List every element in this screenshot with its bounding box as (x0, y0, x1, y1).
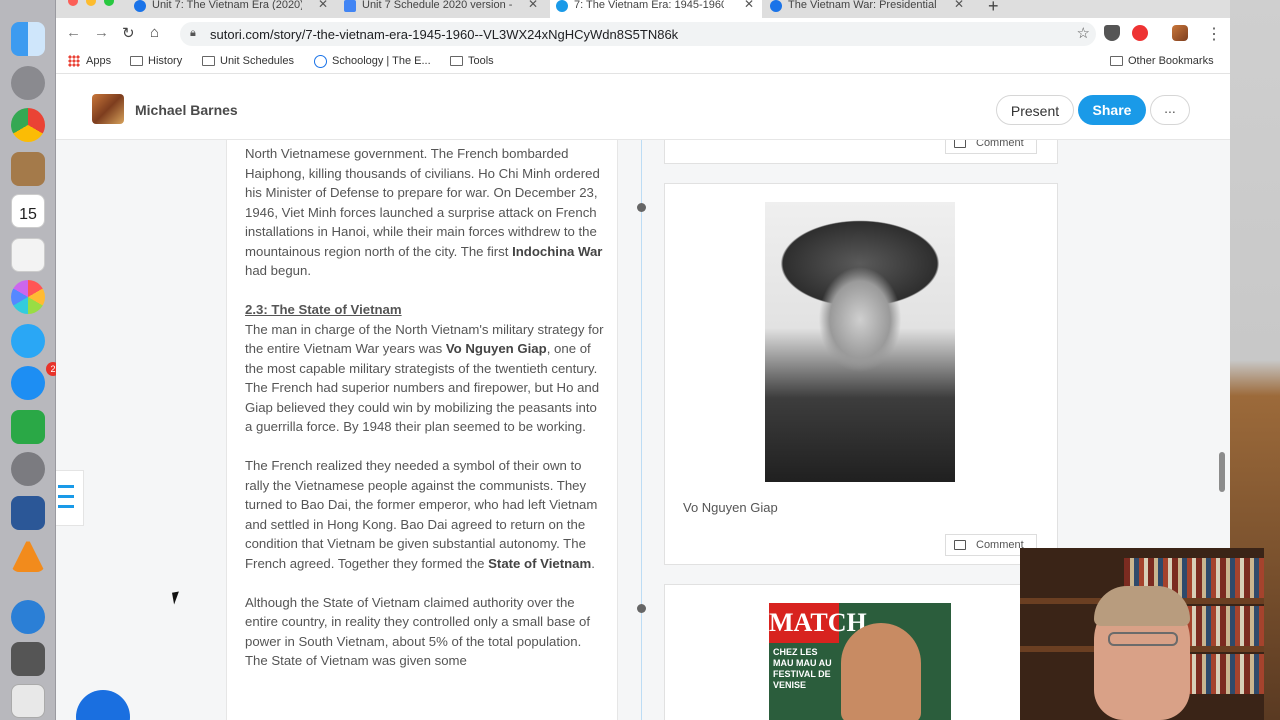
finder-icon[interactable] (11, 22, 45, 56)
tab-vietnam-war-presidential[interactable]: The Vietnam War: Presidential ✕ (764, 0, 972, 18)
article-paragraph: Although the State of Vietnam claimed au… (245, 594, 590, 669)
profile-avatar-icon[interactable] (1172, 25, 1188, 41)
close-window-button[interactable] (68, 0, 78, 6)
folder-icon (450, 56, 463, 66)
evernote-icon[interactable] (11, 410, 45, 444)
sidebar-menu-toggle[interactable] (56, 470, 84, 526)
close-tab-icon[interactable]: ✕ (744, 0, 754, 10)
app-store-icon[interactable]: 2 (11, 362, 60, 400)
sutori-favicon (556, 0, 568, 12)
back-icon[interactable]: ← (66, 24, 81, 41)
bookmark-tools[interactable]: Tools (450, 55, 494, 67)
launchpad-icon[interactable] (11, 66, 45, 100)
timeline-line (641, 140, 642, 720)
macos-dock: 15 2 (0, 0, 60, 720)
image-caption: Vo Nguyen Giap (683, 500, 778, 515)
story-article: North Vietnamese government. The French … (226, 78, 618, 720)
folder-icon (202, 56, 215, 66)
share-button[interactable]: Share (1078, 95, 1146, 125)
word-icon[interactable] (11, 496, 45, 530)
article-paragraph: The French realized they needed a symbol… (245, 458, 598, 571)
bookmark-other[interactable]: Other Bookmarks (1110, 55, 1214, 67)
contacts-icon[interactable] (11, 152, 45, 186)
author-avatar[interactable] (92, 94, 124, 124)
article-body: North Vietnamese government. The French … (245, 144, 605, 690)
folder-icon (1110, 56, 1123, 66)
schoology-icon (314, 55, 327, 68)
globe-icon[interactable] (11, 600, 45, 634)
timeline-dot (637, 203, 646, 212)
browser-menu-icon[interactable]: ⋮ (1206, 24, 1222, 44)
story-header: Michael Barnes Present Share ... (56, 78, 1230, 140)
new-tab-icon[interactable]: + (988, 0, 999, 17)
reminders-icon[interactable] (11, 238, 45, 272)
system-preferences-icon[interactable] (11, 452, 45, 486)
messages-icon[interactable] (11, 324, 45, 358)
webcam-overlay (1020, 548, 1264, 720)
close-tab-icon[interactable]: ✕ (528, 0, 538, 10)
browser-toolbar: ← → ↻ ⌂ 🔒︎ sutori.com/story/7-the-vietna… (56, 18, 1230, 50)
url-text: sutori.com/story/7-the-vietnam-era-1945-… (210, 27, 679, 42)
folder-icon (130, 56, 143, 66)
bookmarks-bar: Apps History Unit Schedules Schoology | … (56, 50, 1230, 74)
paris-match-cover-image[interactable]: MATCH CHEZ LES MAU MAU AU FESTIVAL DE VE… (769, 603, 951, 720)
help-chat-icon[interactable] (76, 690, 130, 720)
author-name[interactable]: Michael Barnes (135, 102, 238, 118)
timeline-card-match: MATCH CHEZ LES MAU MAU AU FESTIVAL DE VE… (664, 584, 1058, 720)
chrome-icon[interactable] (11, 108, 45, 142)
bookmark-schoology[interactable]: Schoology | The E... (314, 55, 431, 68)
tab-strip: Unit 7: The Vietnam Era (2020) ✕ Unit 7 … (56, 0, 1230, 18)
photos-icon[interactable] (11, 280, 45, 314)
section-heading: 2.3: The State of Vietnam (245, 302, 402, 317)
minimize-window-button[interactable] (86, 0, 96, 6)
lock-icon: 🔒︎ (190, 27, 196, 39)
article-paragraph: North Vietnamese government. The French … (245, 146, 603, 278)
magazine-cover-lines: CHEZ LES MAU MAU AU FESTIVAL DE VENISE (773, 647, 832, 690)
google-docs-favicon (344, 0, 356, 12)
presenter-glasses (1108, 632, 1178, 646)
home-icon[interactable]: ⌂ (150, 24, 159, 41)
vlc-icon[interactable] (11, 538, 45, 572)
presenter-hair (1094, 586, 1190, 626)
hamburger-line (58, 495, 74, 498)
shield-extension-icon[interactable] (1104, 25, 1120, 41)
scanner-icon[interactable] (11, 642, 45, 676)
schoology-favicon (770, 0, 782, 12)
bookmark-apps[interactable]: Apps (68, 55, 111, 67)
timeline-card-giap: Vo Nguyen Giap Comment (664, 183, 1058, 565)
present-button[interactable]: Present (996, 95, 1074, 125)
address-bar[interactable]: 🔒︎ sutori.com/story/7-the-vietnam-era-19… (180, 22, 1096, 46)
article-paragraph: The man in charge of the North Vietnam's… (245, 321, 604, 435)
reload-icon[interactable]: ↻ (122, 24, 135, 42)
tab-unit-7[interactable]: Unit 7: The Vietnam Era (2020) ✕ (128, 0, 336, 18)
close-tab-icon[interactable]: ✕ (318, 0, 328, 10)
bookmark-star-icon[interactable]: ☆ (1077, 24, 1090, 42)
trash-icon[interactable] (11, 684, 45, 718)
zoom-window-button[interactable] (104, 0, 114, 6)
more-options-button[interactable]: ... (1150, 95, 1190, 125)
cover-portrait (841, 623, 921, 720)
apps-grid-icon (68, 55, 80, 67)
record-extension-icon[interactable] (1132, 25, 1148, 41)
hamburger-line (58, 505, 74, 508)
calendar-icon[interactable]: 15 (11, 194, 45, 228)
tab-unit-7-schedule[interactable]: Unit 7 Schedule 2020 version - ✕ (338, 0, 546, 18)
tab-vietnam-era[interactable]: 7: The Vietnam Era: 1945-1960 ✕ (550, 0, 762, 18)
hamburger-line (58, 485, 74, 488)
schoology-favicon (134, 0, 146, 12)
magazine-masthead: MATCH (769, 603, 867, 643)
bookmark-history[interactable]: History (130, 55, 182, 67)
comment-icon (954, 540, 966, 550)
forward-icon[interactable]: → (94, 24, 109, 41)
page-scrollbar[interactable] (1219, 452, 1225, 492)
timeline-dot (637, 604, 646, 613)
vo-nguyen-giap-photo[interactable] (765, 202, 955, 482)
bookmark-unit-schedules[interactable]: Unit Schedules (202, 55, 294, 67)
close-tab-icon[interactable]: ✕ (954, 0, 964, 10)
